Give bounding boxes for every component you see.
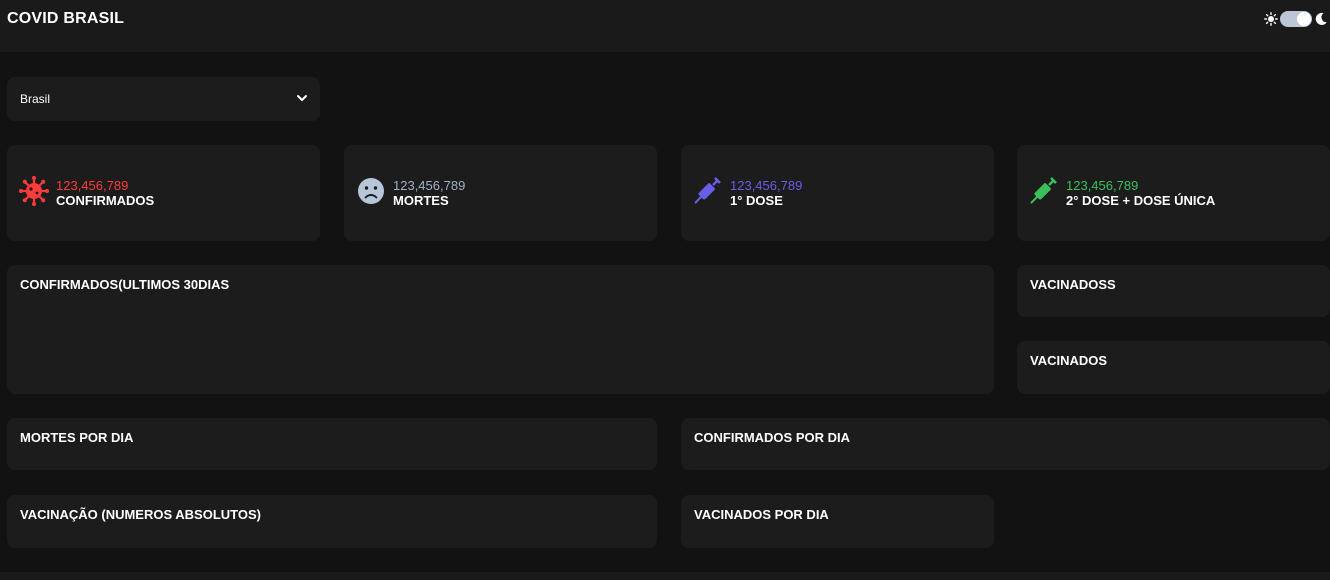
virus-icon [19,176,49,206]
panel-title: VACINADOS [1030,353,1108,368]
panel-title: CONFIRMADOS(ULTIMOS 30DIAS [20,277,230,292]
panel-title: VACINADOSS [1030,277,1116,292]
stat-number: 123,456,789 [56,178,129,193]
stat-card-confirmed: 123,456,789 CONFIRMADOS [7,145,320,241]
sad-face-icon [358,178,384,204]
chevron-down-icon [297,95,307,101]
theme-toggle[interactable] [1264,9,1330,29]
sun-icon [1264,12,1278,26]
panel-confirmed-per-day: CONFIRMADOS POR DIA [681,418,1330,470]
top-bar: COVID BRASIL [0,0,1330,52]
panel-title: VACINADOS POR DIA [694,507,829,522]
panel-vaccinated-a: VACINADOSS [1017,265,1330,317]
panel-title: CONFIRMADOS POR DIA [694,430,850,445]
location-select-value: Brasil [20,92,51,106]
panel-title: MORTES POR DIA [20,430,134,445]
footer-strip [0,572,1330,580]
stat-label: 2° DOSE + DOSE ÚNICA [1066,193,1216,208]
stat-label: 1° DOSE [730,193,783,208]
panel-confirmed-30-days: CONFIRMADOS(ULTIMOS 30DIAS [7,265,994,394]
stat-number: 123,456,789 [1066,178,1139,193]
panel-deaths-per-day: MORTES POR DIA [7,418,657,470]
stat-number: 123,456,789 [730,178,803,193]
panel-title: VACINAÇÃO (NUMEROS ABSOLUTOS) [20,507,261,522]
app-title: COVID BRASIL [7,10,125,27]
panel-vaccinated-per-day: VACINADOS POR DIA [681,495,994,548]
stat-number: 123,456,789 [393,178,466,193]
syringe-icon [694,177,721,204]
syringe-icon [1030,177,1057,204]
theme-switch-knob [1297,12,1311,26]
stat-label: CONFIRMADOS [56,193,155,208]
stat-label: MORTES [393,193,449,208]
theme-switch[interactable] [1280,11,1312,27]
stat-card-deaths: 123,456,789 MORTES [344,145,657,241]
moon-icon [1315,12,1327,25]
stat-card-dose2: 123,456,789 2° DOSE + DOSE ÚNICA [1017,145,1330,241]
panel-vaccinated-b: VACINADOS [1017,341,1330,394]
location-select[interactable]: Brasil [7,77,320,121]
panel-vaccination-absolute: VACINAÇÃO (NUMEROS ABSOLUTOS) [7,495,657,548]
stat-card-dose1: 123,456,789 1° DOSE [681,145,994,241]
